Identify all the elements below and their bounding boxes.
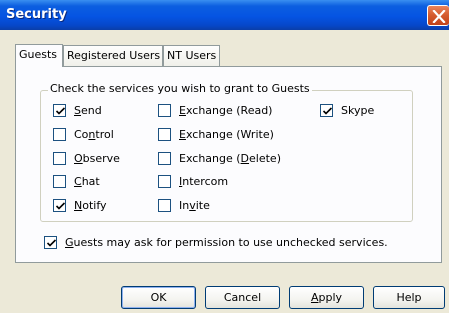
checkbox-chat[interactable]: Chat <box>53 175 100 188</box>
checkbox-skype[interactable]: Skype <box>320 104 374 117</box>
checkbox-control[interactable]: Control <box>53 128 114 141</box>
exchange-read-label: Exchange (Read) <box>179 104 273 117</box>
invite-checkbox-box[interactable] <box>158 199 171 212</box>
window-title: Security <box>6 7 67 22</box>
invite-label: Invite <box>179 199 210 212</box>
control-checkbox-box[interactable] <box>53 128 66 141</box>
checkbox-invite[interactable]: Invite <box>158 199 210 212</box>
tab-guests[interactable]: Guests <box>15 44 63 67</box>
chat-checkbox-box[interactable] <box>53 175 66 188</box>
apply-label: pply <box>318 291 343 304</box>
checkbox-notify[interactable]: Notify <box>53 199 107 212</box>
tab-registered-users-label: Registered Users <box>67 49 161 62</box>
exchange-write-checkbox-box[interactable] <box>158 128 171 141</box>
title-bar: Security <box>0 0 449 30</box>
tab-nt-users-label: NT Users <box>167 49 217 62</box>
skype-label: Skype <box>341 104 375 117</box>
tab-registered-users[interactable]: Registered Users <box>63 45 163 66</box>
checkmark-icon <box>55 107 66 115</box>
chat-label: Chat <box>74 175 100 188</box>
exchange-delete-label: Exchange (Delete) <box>179 152 281 165</box>
checkmark-icon <box>322 107 333 115</box>
skype-checkbox-box[interactable] <box>320 104 333 117</box>
tab-nt-users[interactable]: NT Users <box>163 45 220 66</box>
observe-checkbox-box[interactable] <box>53 152 66 165</box>
send-checkbox-box[interactable] <box>53 104 66 117</box>
control-label: Control <box>74 128 114 141</box>
send-label: Send <box>74 104 102 117</box>
apply-accesskey: A <box>310 291 319 304</box>
checkbox-exchange-delete[interactable]: Exchange (Delete) <box>158 152 281 165</box>
checkmark-icon <box>46 239 57 247</box>
apply-button[interactable]: Apply <box>289 286 364 309</box>
cancel-button[interactable]: Cancel <box>205 286 280 309</box>
notify-checkbox-box[interactable] <box>53 199 66 212</box>
checkbox-observe[interactable]: Observe <box>53 152 120 165</box>
exchange-write-label: Exchange (Write) <box>179 128 274 141</box>
ok-button[interactable]: OK <box>121 286 196 309</box>
exchange-read-checkbox-box[interactable] <box>158 104 171 117</box>
guest-permission-checkbox-box[interactable] <box>44 236 57 249</box>
close-icon <box>432 10 446 23</box>
observe-label: Observe <box>74 152 120 165</box>
checkbox-exchange-write[interactable]: Exchange (Write) <box>158 128 274 141</box>
intercom-checkbox-box[interactable] <box>158 175 171 188</box>
guest-permission-label: Guests may ask for permission to use unc… <box>65 236 388 249</box>
help-button[interactable]: Help <box>373 286 445 309</box>
checkmark-icon <box>55 202 66 210</box>
notify-label: Notify <box>74 199 107 212</box>
close-button[interactable] <box>427 5 449 26</box>
tab-guests-label: Guests <box>19 48 58 61</box>
checkbox-guest-permission[interactable]: Guests may ask for permission to use unc… <box>44 236 388 249</box>
checkbox-exchange-read[interactable]: Exchange (Read) <box>158 104 272 117</box>
intercom-label: Intercom <box>179 175 229 188</box>
checkbox-send[interactable]: Send <box>53 104 102 117</box>
exchange-delete-checkbox-box[interactable] <box>158 152 171 165</box>
services-group-legend: Check the services you wish to grant to … <box>48 82 312 95</box>
checkbox-intercom[interactable]: Intercom <box>158 175 228 188</box>
